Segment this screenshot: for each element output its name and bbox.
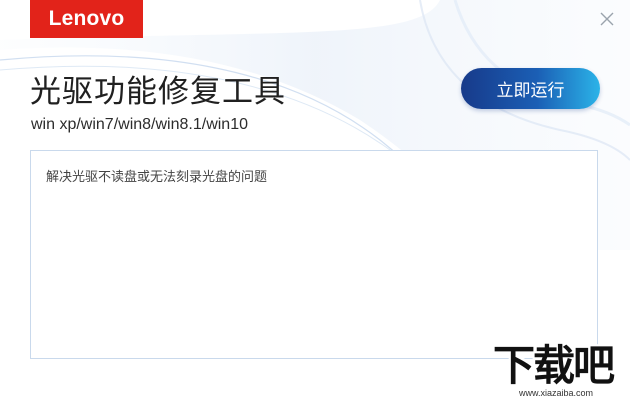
run-now-button[interactable]: 立即运行: [461, 68, 600, 109]
description-text: 解决光驱不读盘或无法刻录光盘的问题: [46, 170, 268, 185]
os-support-text: win xp/win7/win8/win8.1/win10: [31, 116, 248, 133]
page-title: 光驱功能修复工具: [30, 74, 286, 110]
close-button[interactable]: [596, 8, 618, 30]
site-watermark: 下载吧 www.xiazaiba.com: [493, 343, 628, 400]
lenovo-logo: Lenovo: [30, 0, 143, 38]
run-now-label: 立即运行: [496, 81, 565, 101]
close-icon: [600, 12, 614, 26]
description-panel: 解决光驱不读盘或无法刻录光盘的问题: [30, 150, 598, 359]
brand-text: Lenovo: [48, 7, 125, 30]
watermark-logo-text: 下载吧: [493, 341, 615, 390]
watermark-url: www.xiazaiba.com: [519, 388, 594, 398]
